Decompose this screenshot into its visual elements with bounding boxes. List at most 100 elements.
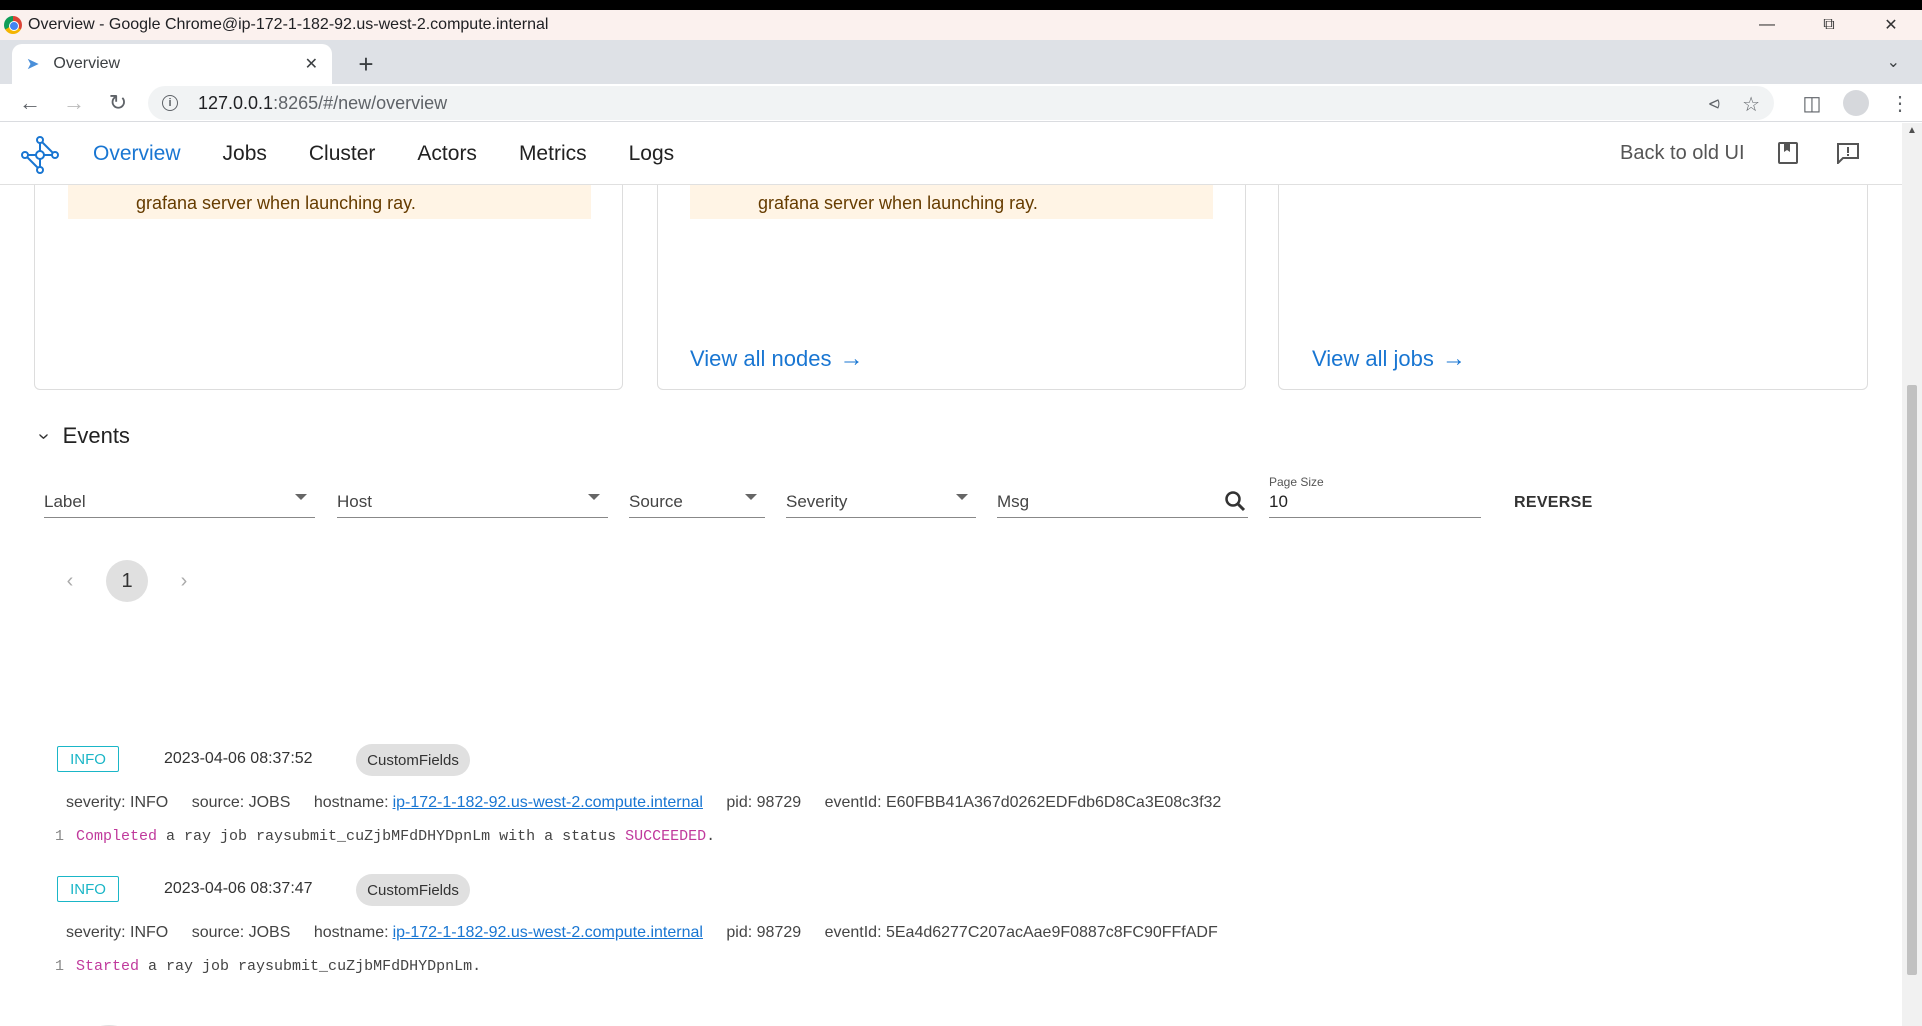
event-pid: pid: 98729 xyxy=(726,924,802,941)
ray-logo-icon[interactable] xyxy=(20,135,60,175)
new-tab-icon[interactable]: + xyxy=(352,46,380,82)
dropdown-caret-icon xyxy=(956,494,968,500)
share-icon[interactable]: ⪦ xyxy=(1709,92,1720,117)
pagination: ‹ 1 › xyxy=(50,560,204,602)
tab-search-chevron-icon[interactable]: ⌄ xyxy=(1887,52,1900,72)
arrow-right-icon: → xyxy=(1441,345,1466,372)
event-meta: severity: INFO source: JOBS hostname: ip-… xyxy=(66,794,1240,812)
view-all-jobs-label: View all jobs xyxy=(1312,346,1434,371)
msg-keyword: Started xyxy=(76,958,140,975)
window-controls: — ⧉ ✕ xyxy=(1736,10,1922,40)
view-all-nodes-link[interactable]: View all nodes → xyxy=(690,345,863,373)
card-left: grafana server when launching ray. xyxy=(34,185,623,390)
grafana-warning: grafana server when launching ray. xyxy=(68,185,591,219)
grafana-warning: grafana server when launching ray. xyxy=(690,185,1213,219)
back-to-old-ui-link[interactable]: Back to old UI xyxy=(1620,142,1745,165)
dropdown-caret-icon xyxy=(745,494,757,500)
nav-metrics[interactable]: Metrics xyxy=(519,142,587,166)
severity-badge: INFO xyxy=(57,876,119,902)
nav-actors[interactable]: Actors xyxy=(417,142,477,166)
close-window-icon[interactable]: ✕ xyxy=(1860,10,1922,40)
events-section-header[interactable]: › Events xyxy=(33,423,130,449)
bookmark-star-icon[interactable]: ☆ xyxy=(1742,92,1760,117)
browser-menu-icon[interactable]: ⋮ xyxy=(1878,88,1922,118)
minimize-icon[interactable]: — xyxy=(1736,10,1798,40)
side-panel-icon[interactable]: ◫ xyxy=(1790,88,1834,118)
reload-icon[interactable]: ↻ xyxy=(103,88,133,118)
source-filter[interactable]: Source xyxy=(629,486,765,518)
event-source: source: JOBS xyxy=(191,924,291,941)
collapse-chevron-icon[interactable]: › xyxy=(32,433,55,440)
next-page-icon[interactable]: › xyxy=(164,570,204,593)
tab-strip: ➤ Overview ✕ + ⌄ xyxy=(0,40,1922,84)
restore-icon[interactable]: ⧉ xyxy=(1798,10,1860,40)
ray-favicon-icon: ➤ xyxy=(26,56,40,73)
line-number: 1 xyxy=(55,958,65,975)
nav-logs[interactable]: Logs xyxy=(629,142,675,166)
host-filter[interactable]: Host xyxy=(337,486,608,518)
msg-text: a ray job raysubmit_cuZjbMFdDHYDpnLm wit… xyxy=(157,828,626,845)
overview-content: grafana server when launching ray. grafa… xyxy=(0,185,1902,1026)
custom-fields-chip[interactable]: CustomFields xyxy=(356,874,470,906)
event-id: eventId: E60FBB41A367d0262EDFdb6D8Ca3E08… xyxy=(824,794,1222,811)
title-bar: Overview - Google Chrome@ip-172-1-182-92… xyxy=(0,10,1922,40)
view-all-nodes-label: View all nodes xyxy=(690,346,832,371)
msg-text: a ray job raysubmit_cuZjbMFdDHYDpnLm. xyxy=(139,958,482,975)
label-filter-text: Label xyxy=(44,491,86,511)
view-all-jobs-link[interactable]: View all jobs → xyxy=(1312,345,1466,373)
app-header: Overview Jobs Cluster Actors Metrics Log… xyxy=(0,123,1902,185)
event-time: 2023-04-06 08:37:47 xyxy=(164,880,313,897)
hostname-link[interactable]: ip-172-1-182-92.us-west-2.compute.intern… xyxy=(393,794,703,811)
page-size-input[interactable]: 10 xyxy=(1269,492,1481,518)
tab-title: Overview xyxy=(53,55,121,72)
severity-filter-text: Severity xyxy=(786,491,848,511)
custom-fields-chip[interactable]: CustomFields xyxy=(356,744,470,776)
tab-overview[interactable]: ➤ Overview ✕ xyxy=(12,44,332,84)
browser-toolbar: ← → ↻ i 127.0.0.1:8265/#/new/overview ⪦ … xyxy=(0,84,1922,122)
forward-arrow-icon[interactable]: → xyxy=(59,88,89,118)
event-time: 2023-04-06 08:37:52 xyxy=(164,750,313,767)
severity-filter[interactable]: Severity xyxy=(786,486,976,518)
page-size-label: Page Size xyxy=(1269,475,1324,489)
host-filter-text: Host xyxy=(337,491,372,511)
msg-search-input[interactable]: Msg xyxy=(997,486,1248,518)
event-message: 1 Completed a ray job raysubmit_cuZjbMFdD… xyxy=(55,828,715,845)
hostname-link[interactable]: ip-172-1-182-92.us-west-2.compute.intern… xyxy=(393,924,703,941)
dropdown-caret-icon xyxy=(295,494,307,500)
scrollbar-thumb[interactable] xyxy=(1907,385,1917,975)
hostname-label: hostname: xyxy=(313,794,389,811)
url-text[interactable]: 127.0.0.1:8265/#/new/overview xyxy=(198,93,447,114)
hostname-label: hostname: xyxy=(313,924,389,941)
event-id: eventId: 5Ea4d6277C207acAae9F0887c8FC90F… xyxy=(824,924,1218,941)
back-arrow-icon[interactable]: ← xyxy=(15,88,45,118)
source-filter-text: Source xyxy=(629,491,683,511)
reverse-button[interactable]: REVERSE xyxy=(1514,494,1593,512)
search-icon[interactable] xyxy=(1224,490,1246,512)
msg-end: . xyxy=(706,828,716,845)
main-nav: Overview Jobs Cluster Actors Metrics Log… xyxy=(93,123,716,185)
severity-badge: INFO xyxy=(57,746,119,772)
address-bar[interactable]: i 127.0.0.1:8265/#/new/overview ⪦ ☆ xyxy=(148,86,1774,120)
nav-jobs[interactable]: Jobs xyxy=(223,142,267,166)
arrow-right-icon: → xyxy=(839,345,864,372)
feedback-icon[interactable] xyxy=(1836,141,1860,165)
event-severity: severity: INFO xyxy=(66,794,169,811)
window-title: Overview - Google Chrome@ip-172-1-182-92… xyxy=(28,16,549,33)
dropdown-caret-icon xyxy=(588,494,600,500)
prev-page-icon[interactable]: ‹ xyxy=(50,570,90,593)
docs-book-icon[interactable] xyxy=(1776,141,1800,165)
tab-close-icon[interactable]: ✕ xyxy=(305,54,318,74)
event-message: 1 Started a ray job raysubmit_cuZjbMFdDHY… xyxy=(55,958,481,975)
profile-avatar-icon[interactable] xyxy=(1843,90,1869,116)
label-filter[interactable]: Label xyxy=(44,486,315,518)
site-info-icon[interactable]: i xyxy=(162,95,178,111)
line-number: 1 xyxy=(55,828,65,845)
msg-keyword: Completed xyxy=(76,828,158,845)
scroll-up-icon[interactable]: ▲ xyxy=(1907,125,1917,136)
nav-overview[interactable]: Overview xyxy=(93,142,181,166)
event-pid: pid: 98729 xyxy=(726,794,802,811)
nav-cluster[interactable]: Cluster xyxy=(309,142,376,166)
page-1-button[interactable]: 1 xyxy=(106,560,148,602)
msg-placeholder: Msg xyxy=(997,491,1030,511)
page-scrollbar[interactable]: ▲ xyxy=(1902,123,1922,1026)
